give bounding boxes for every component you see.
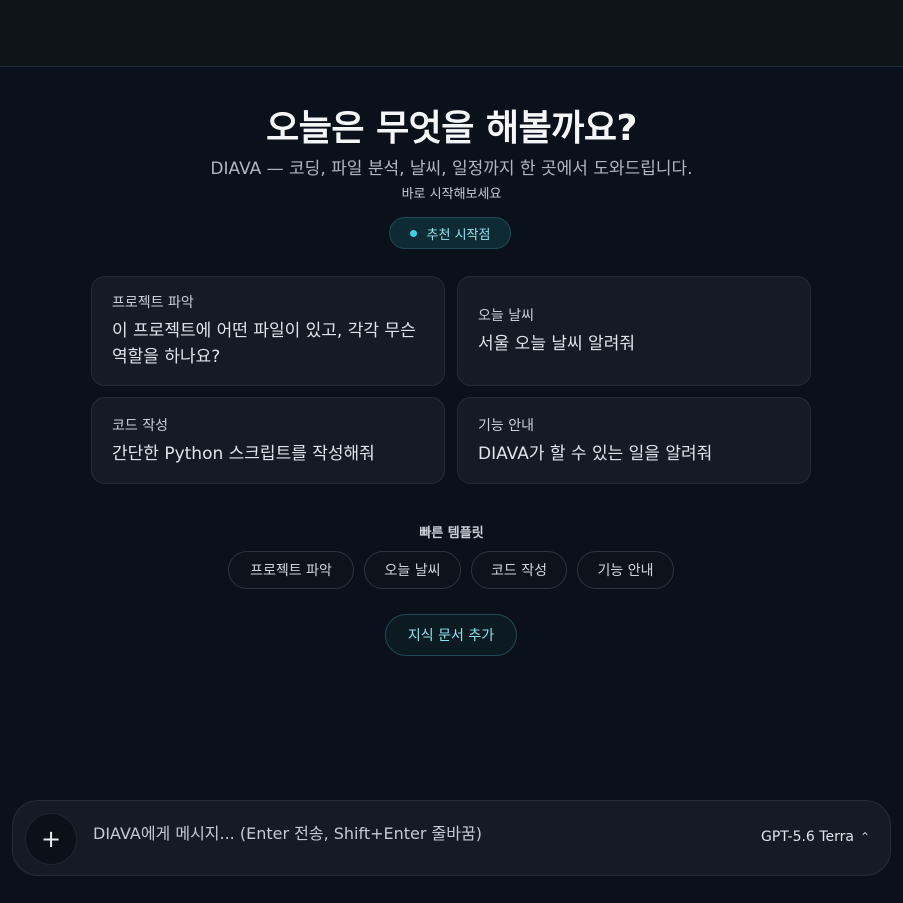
suggestion-card-code[interactable]: 코드 작성 간단한 Python 스크립트를 작성해줘 [91,397,445,484]
recommended-badge-label: 추천 시작점 [426,227,491,243]
suggestion-card-features[interactable]: 기능 안내 DIAVA가 할 수 있는 일을 알려줘 [457,397,811,484]
attach-button[interactable]: + [25,813,77,865]
page-title: 오늘은 무엇을 해볼까요? [266,108,637,149]
template-chip-weather[interactable]: 오늘 날씨 [364,551,461,589]
top-bar [0,0,903,67]
model-selector[interactable]: GPT-5.6 Terra ⌃ [761,829,870,845]
quick-templates-label: 빠른 템플릿 [419,526,484,541]
plus-icon: + [40,825,62,853]
add-knowledge-doc-button[interactable]: 지식 문서 추가 [385,614,517,656]
start-hint: 바로 시작해보세요 [401,187,502,202]
template-chip-code[interactable]: 코드 작성 [471,551,567,589]
suggestion-card-weather[interactable]: 오늘 날씨 서울 오늘 날씨 알려줘 [457,276,811,386]
suggestion-card-title: 프로젝트 파악 [112,295,194,311]
message-composer: + GPT-5.6 Terra ⌃ [12,800,891,876]
suggestion-card-body: DIAVA가 할 수 있는 일을 알려줘 [478,443,713,464]
model-name: GPT-5.6 Terra [760,829,854,845]
recommended-badge: 추천 시작점 [389,217,511,249]
message-input[interactable] [93,819,653,847]
suggestion-card-title: 오늘 날씨 [478,308,534,324]
suggestion-card-project[interactable]: 프로젝트 파악 이 프로젝트에 어떤 파일이 있고, 각각 무슨 역할을 하나요… [91,276,445,386]
chevron-up-icon: ⌃ [859,830,870,844]
page-subtitle: DIAVA — 코딩, 파일 분석, 날씨, 일정까지 한 곳에서 도와드립니다… [210,159,693,179]
status-dot-icon [409,229,417,237]
template-chip-features[interactable]: 기능 안내 [577,551,674,589]
app-window: 오늘은 무엇을 해볼까요? DIAVA — 코딩, 파일 분석, 날씨, 일정까… [0,0,903,903]
suggestion-card-body: 서울 오늘 날씨 알려줘 [478,334,635,354]
template-chip-project[interactable]: 프로젝트 파악 [228,551,354,589]
suggestion-card-body: 간단한 Python 스크립트를 작성해줘 [112,443,375,464]
suggestion-card-title: 기능 안내 [478,417,534,434]
suggestion-card-title: 코드 작성 [112,417,168,434]
suggestion-card-body: 이 프로젝트에 어떤 파일이 있고, 각각 무슨 역할을 하나요? [112,321,416,367]
